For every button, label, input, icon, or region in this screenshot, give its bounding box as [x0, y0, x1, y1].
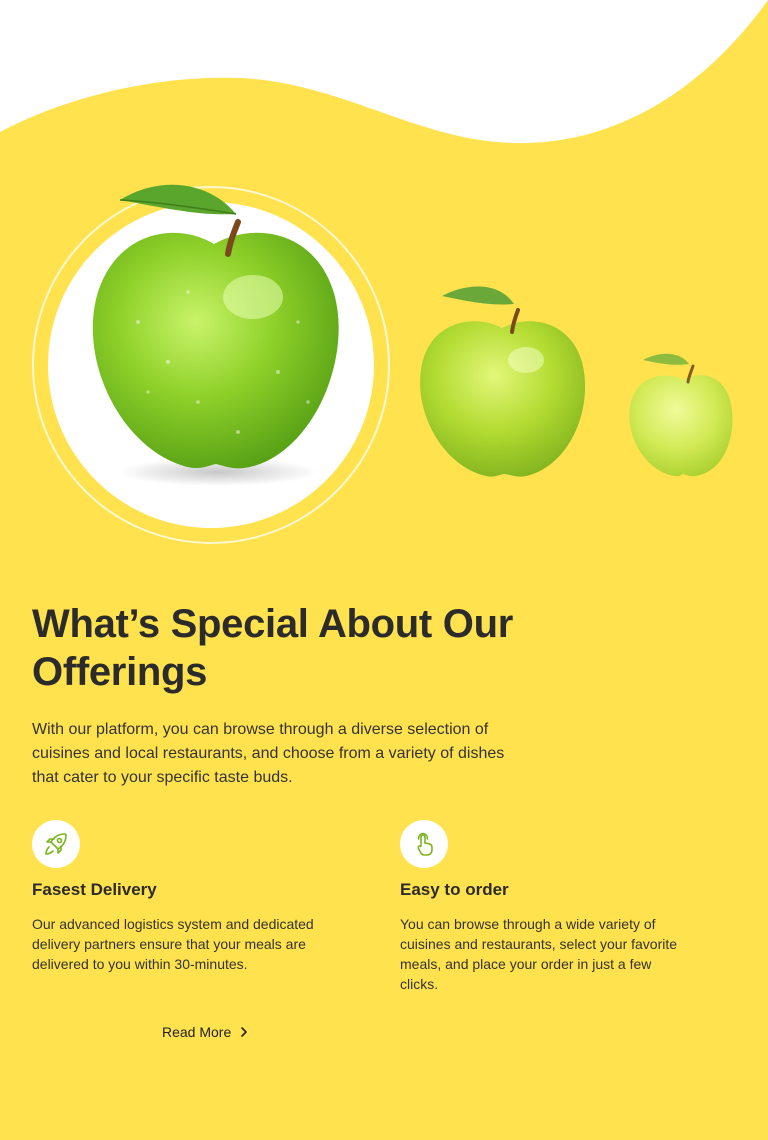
- feature-title: Fasest Delivery: [32, 880, 157, 899]
- green-apple-medium-image: [420, 286, 586, 477]
- feature-description: You can browse through a wide variety of…: [400, 916, 678, 992]
- features-list: Fasest Delivery Our advanced logistics s…: [32, 820, 736, 1000]
- hero-visual: [0, 0, 768, 560]
- rocket-icon: [32, 820, 80, 868]
- green-apple-large-image: [92, 184, 339, 486]
- feature-fastest-delivery: Fasest Delivery Our advanced logistics s…: [32, 820, 332, 974]
- section-heading: What’s Special About Our Offerings: [32, 602, 513, 694]
- green-apple-small-image: [629, 353, 733, 477]
- feature-title: Easy to order: [400, 880, 509, 899]
- read-more-label: Read More: [162, 1024, 232, 1040]
- section-intro: With our platform, you can browse throug…: [32, 721, 505, 786]
- feature-description: Our advanced logistics system and dedica…: [32, 916, 314, 972]
- feature-easy-to-order: Easy to order You can browse through a w…: [400, 820, 700, 994]
- offerings-section: What’s Special About Our Offerings With …: [32, 600, 736, 790]
- tap-hand-icon: [400, 820, 448, 868]
- chevron-right-icon: [241, 1027, 248, 1037]
- read-more-link[interactable]: Read More: [162, 1022, 249, 1042]
